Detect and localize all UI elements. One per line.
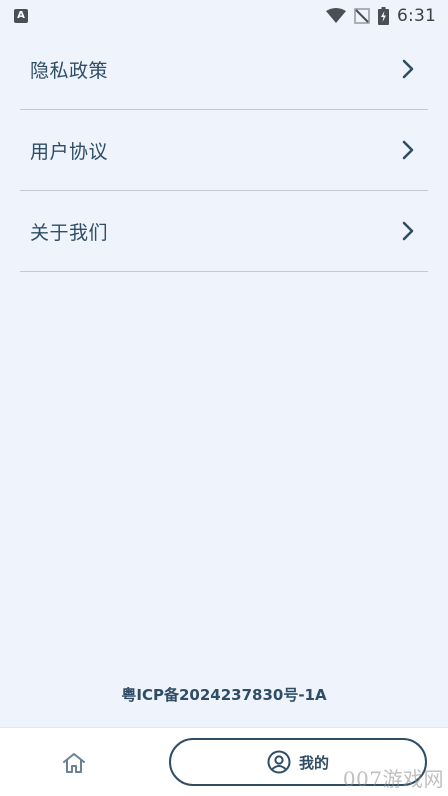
signal-off-icon xyxy=(354,8,370,24)
menu-item-label: 隐私政策 xyxy=(30,59,109,82)
bottom-navigation: 我的 007游戏网 xyxy=(0,727,448,796)
settings-menu: 隐私政策 用户协议 关于我们 xyxy=(20,29,428,272)
menu-item-label: 用户协议 xyxy=(30,140,109,163)
chevron-right-icon xyxy=(402,140,414,160)
home-icon xyxy=(63,753,85,773)
status-right: 6:31 xyxy=(326,6,436,26)
menu-item-privacy-policy[interactable]: 隐私政策 xyxy=(20,29,428,110)
menu-item-about-us[interactable]: 关于我们 xyxy=(20,191,428,272)
nav-home-button[interactable] xyxy=(58,749,90,777)
watermark: 007游戏网 xyxy=(342,767,444,791)
notification-icon: A xyxy=(14,9,28,23)
screen: A 6:31 隐私政策 用户协议 关于我们 粤ICP备2024237830号-1… xyxy=(0,0,448,796)
wifi-icon xyxy=(326,8,347,23)
menu-item-label: 关于我们 xyxy=(30,221,109,244)
icp-license-text: 粤ICP备2024237830号-1A xyxy=(121,686,327,704)
chevron-right-icon xyxy=(402,221,414,241)
status-bar: A 6:31 xyxy=(0,0,448,32)
chevron-right-icon xyxy=(402,59,414,79)
battery-charging-icon xyxy=(378,7,390,25)
nav-mine-label: 我的 xyxy=(299,753,330,772)
status-left: A xyxy=(14,9,28,23)
menu-item-user-agreement[interactable]: 用户协议 xyxy=(20,110,428,191)
clock: 6:31 xyxy=(397,6,436,26)
user-circle-icon xyxy=(267,750,291,774)
